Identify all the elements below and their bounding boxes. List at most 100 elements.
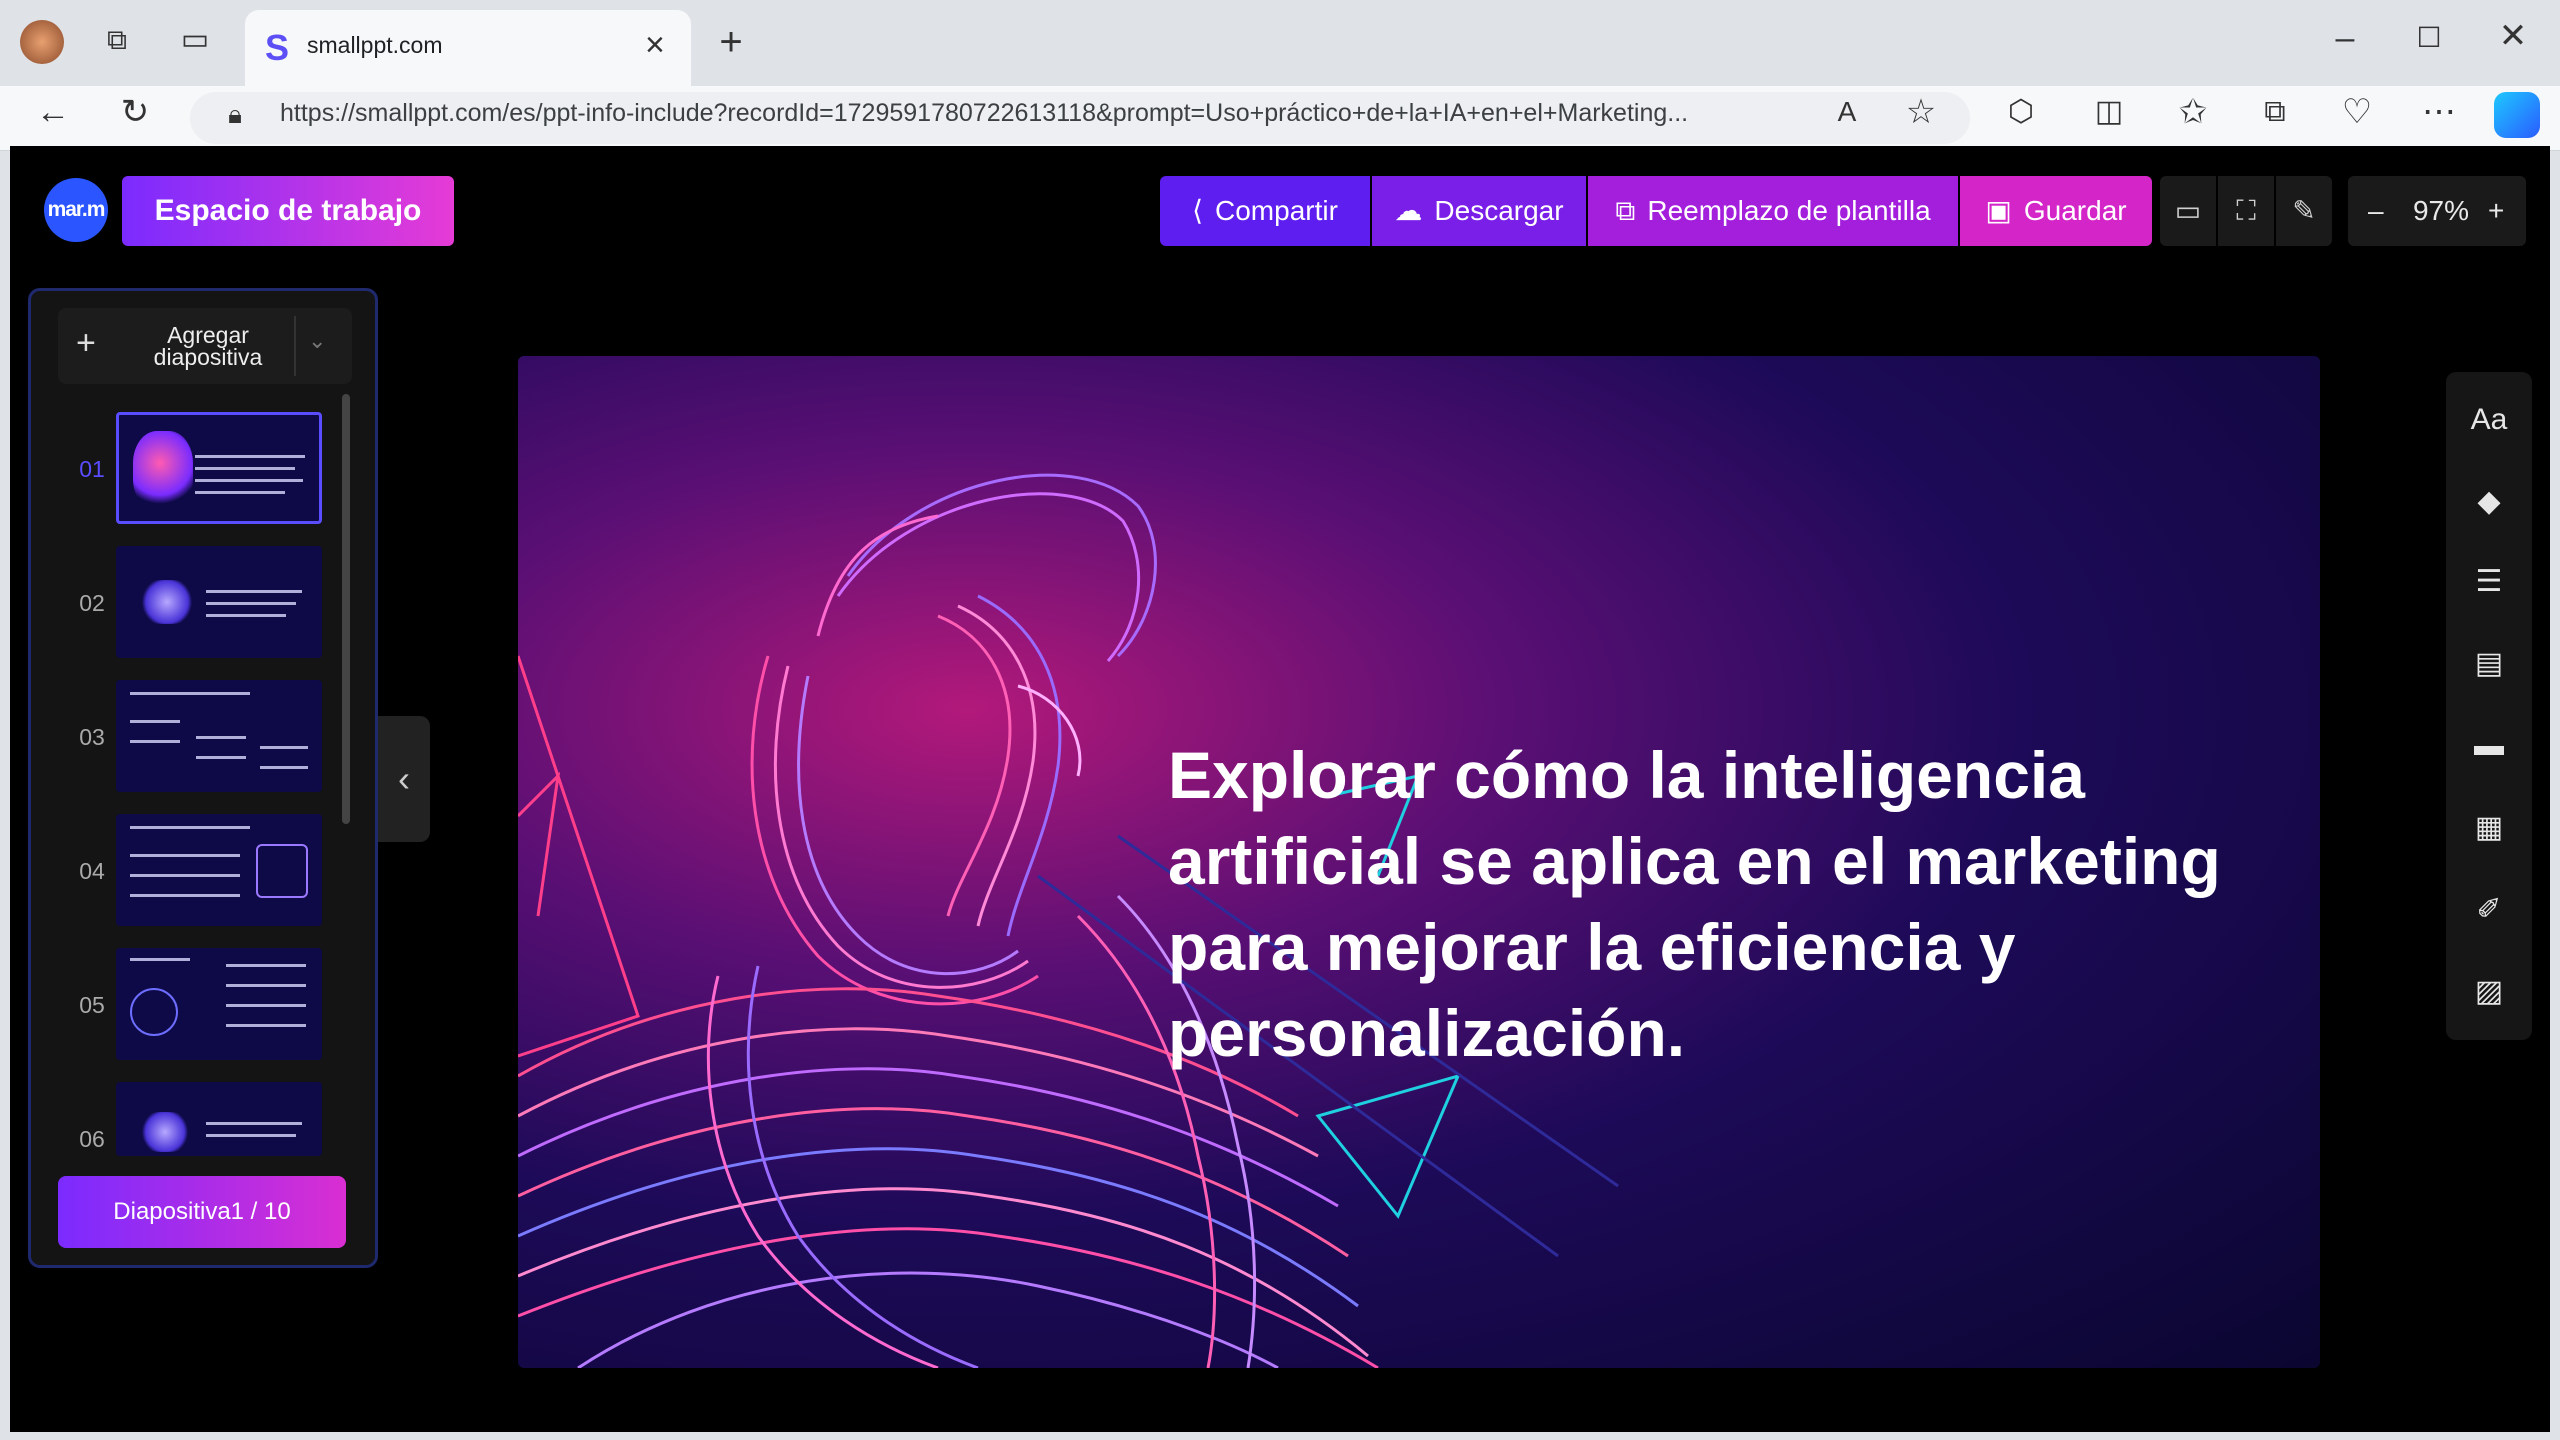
- close-tab-icon[interactable]: ×: [645, 26, 665, 65]
- thumbnail-text-line: [195, 455, 305, 458]
- thumbnail-art: [256, 844, 308, 898]
- workspace-button[interactable]: Espacio de trabajo: [122, 176, 454, 246]
- tab-favicon-icon: S: [265, 27, 290, 68]
- zoom-in-button[interactable]: +: [2488, 176, 2504, 246]
- thumbnail-text-line: [195, 479, 303, 482]
- close-window-icon[interactable]: ✕: [2490, 16, 2536, 62]
- more-menu-icon[interactable]: ⋯: [2416, 92, 2462, 138]
- collapse-panel-chevron-icon[interactable]: ‹: [378, 716, 430, 842]
- thumbnail-text-line: [206, 602, 296, 605]
- add-slide-label: Agregar diapositiva: [153, 322, 263, 370]
- thumbnail-art: [140, 580, 194, 624]
- tab-actions-icon[interactable]: ▭: [172, 20, 218, 66]
- extensions-icon[interactable]: ⬡: [1998, 92, 2044, 138]
- share-button[interactable]: ⟨ Compartir: [1160, 176, 1370, 246]
- minimize-icon[interactable]: –: [2322, 18, 2368, 64]
- profile-avatar[interactable]: [20, 20, 64, 64]
- slide-thumbnail[interactable]: [116, 1082, 322, 1156]
- fullscreen-icon[interactable]: ⛶: [2218, 176, 2274, 246]
- thumbnail-text-line: [196, 756, 246, 759]
- thumbnail-text-line: [130, 958, 190, 961]
- tab-title: smallppt.com: [307, 32, 443, 58]
- edit-pen-icon[interactable]: ✎: [2276, 176, 2332, 246]
- share-label: Compartir: [1215, 195, 1338, 226]
- lock-icon: 🔒︎: [228, 99, 242, 129]
- browser-essentials-icon[interactable]: ♡: [2334, 92, 2380, 138]
- present-icon[interactable]: ▭: [2160, 176, 2216, 246]
- slide-number: 02: [79, 590, 105, 616]
- slide-thumbnail[interactable]: [116, 814, 322, 926]
- new-tab-icon[interactable]: +: [708, 22, 754, 68]
- read-aloud-icon[interactable]: A: [1824, 92, 1870, 138]
- thumbnail-text-line: [226, 1004, 306, 1007]
- thumbnail-text-line: [226, 964, 306, 967]
- thumbnail-text-line: [206, 1134, 296, 1137]
- thumbnail-text-line: [195, 491, 285, 494]
- slide-number: 03: [79, 724, 105, 750]
- thumbnail-text-line: [226, 1024, 306, 1027]
- replace-label: Reemplazo de plantilla: [1647, 195, 1931, 226]
- plus-icon: +: [76, 324, 96, 362]
- slide-number: 01: [79, 456, 105, 482]
- save-icon: ▣: [1985, 195, 2012, 226]
- thumbnail-text-line: [130, 894, 240, 897]
- thumbnail-text-line: [260, 766, 308, 769]
- slide-thumbnail[interactable]: [116, 680, 322, 792]
- thumbnail-scrollbar[interactable]: [342, 394, 350, 824]
- url-text[interactable]: https://smallppt.com/es/ppt-info-include…: [280, 99, 1800, 128]
- slide-thumbnail[interactable]: [116, 546, 322, 658]
- zoom-out-button[interactable]: –: [2368, 176, 2384, 246]
- thumbnail-text-line: [226, 984, 306, 987]
- thumbnail-text-line: [195, 467, 295, 470]
- slide-counter: Diapositiva1 / 10: [58, 1176, 346, 1248]
- zoom-control: – 97% +: [2348, 176, 2526, 246]
- thumbnail-text-line: [260, 746, 308, 749]
- download-button[interactable]: ☁ Descargar: [1372, 176, 1586, 246]
- slide-canvas[interactable]: Explorar cómo la inteligencia artificial…: [518, 356, 2320, 1368]
- chevron-down-icon[interactable]: ⌄: [308, 328, 326, 354]
- slide-number: 05: [79, 992, 105, 1018]
- thumbnail-text-line: [130, 874, 240, 877]
- slide-thumbnail[interactable]: [116, 412, 322, 524]
- maximize-icon[interactable]: ☐: [2406, 18, 2452, 64]
- refresh-icon[interactable]: ↻: [112, 92, 158, 138]
- save-button[interactable]: ▣ Guardar: [1960, 176, 2152, 246]
- thumbnail-text-line: [130, 720, 180, 723]
- copilot-icon[interactable]: [2494, 92, 2540, 138]
- add-slide-divider: [294, 316, 296, 376]
- edit-chart-icon[interactable]: ✐: [2446, 880, 2532, 940]
- tab-active[interactable]: S smallppt.com ×: [245, 10, 691, 86]
- thumbnail-text-line: [130, 692, 250, 695]
- background-icon[interactable]: ▬: [2446, 716, 2532, 776]
- thumbnail-text-line: [130, 854, 240, 857]
- download-label: Descargar: [1434, 195, 1564, 226]
- thumbnail-art: [140, 1112, 190, 1152]
- layout-icon[interactable]: ▤: [2446, 634, 2532, 694]
- replace-template-button[interactable]: ⧉ Reemplazo de plantilla: [1588, 176, 1958, 246]
- share-icon: ⟨: [1192, 195, 1203, 226]
- image-icon[interactable]: ▨: [2446, 962, 2532, 1022]
- shapes-icon[interactable]: ◆: [2446, 472, 2532, 532]
- add-slide-button[interactable]: + Agregar diapositiva ⌄: [58, 308, 352, 384]
- user-avatar[interactable]: mar.m: [44, 178, 108, 242]
- favorite-star-icon[interactable]: ☆: [1898, 92, 1944, 138]
- align-icon[interactable]: ☰: [2446, 552, 2532, 612]
- thumbnail-art: [130, 988, 178, 1036]
- slide-thumbnail[interactable]: [116, 948, 322, 1060]
- zoom-level: 97%: [2412, 195, 2470, 226]
- back-icon[interactable]: ←: [30, 92, 76, 138]
- table-icon[interactable]: ▦: [2446, 798, 2532, 858]
- thumbnail-text-line: [196, 736, 246, 739]
- slide-title[interactable]: Explorar cómo la inteligencia artificial…: [1168, 732, 2228, 1076]
- text-style-icon[interactable]: Aa: [2446, 390, 2532, 450]
- cloud-download-icon: ☁: [1394, 195, 1423, 226]
- favorites-icon[interactable]: ✩: [2170, 92, 2216, 138]
- split-screen-icon[interactable]: ◫: [2086, 92, 2132, 138]
- thumbnail-text-line: [206, 590, 302, 593]
- workspaces-icon[interactable]: ⧉: [94, 20, 140, 66]
- collections-icon[interactable]: ⧉: [2252, 92, 2298, 138]
- thumbnail-text-line: [130, 740, 180, 743]
- thumbnail-art: [133, 431, 193, 511]
- slide-number: 06: [79, 1126, 105, 1152]
- slide-number: 04: [79, 858, 105, 884]
